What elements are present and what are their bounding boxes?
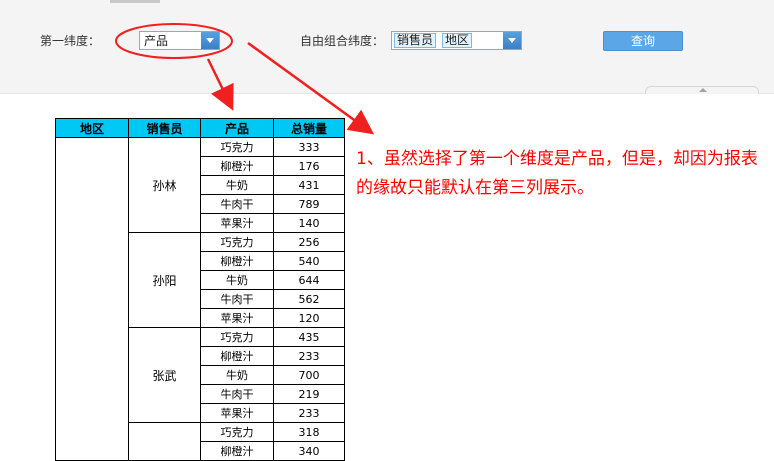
highlight-ellipse <box>115 23 233 59</box>
annotation-arrow-down <box>206 58 234 111</box>
annotation-overlay <box>115 23 375 135</box>
annotation-arrow-right <box>247 41 375 135</box>
